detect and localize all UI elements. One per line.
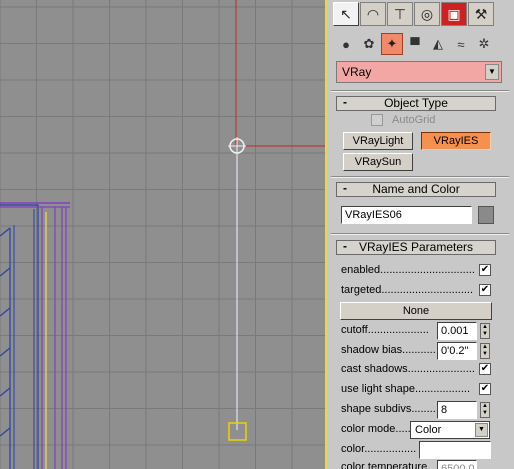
geometry-sphere-icon[interactable]: ● xyxy=(335,33,357,55)
cutoff-spinner[interactable]: ▲ ▼ xyxy=(480,323,490,339)
vrayies-parameters-rollout-header[interactable]: - VRayIES Parameters xyxy=(336,240,496,255)
name-and-color-rollout-header[interactable]: - Name and Color xyxy=(336,182,496,197)
color-temperature-label: color temperature xyxy=(341,461,428,469)
cutoff-label: cutoff.................... xyxy=(341,324,429,336)
systems-icon[interactable]: ✲ xyxy=(473,33,495,55)
viewport[interactable] xyxy=(0,0,325,469)
shapes-icon[interactable]: ✿ xyxy=(358,33,380,55)
viewport-canvas[interactable] xyxy=(0,0,325,469)
collapse-minus-icon: - xyxy=(343,95,347,109)
helpers-icon[interactable]: ◭ xyxy=(427,33,449,55)
shadow-bias-spinner[interactable]: ▲ ▼ xyxy=(480,343,490,359)
vraylight-button[interactable]: VRayLight xyxy=(343,132,413,150)
check-icon: ✔ xyxy=(480,264,490,275)
color-mode-dropdown[interactable]: Color ▼ xyxy=(410,421,490,439)
shape-subdivs-spinner[interactable]: ▲ ▼ xyxy=(480,402,490,418)
cast-shadows-label: cast shadows...................... xyxy=(341,363,474,375)
category-dropdown-value: VRay xyxy=(342,65,372,79)
color-label: color................... xyxy=(341,443,416,455)
use-light-shape-checkbox[interactable]: ✔ xyxy=(479,383,491,395)
ies-file-none-button[interactable]: None xyxy=(340,302,492,320)
enabled-checkbox[interactable]: ✔ xyxy=(479,264,491,276)
object-type-rollout-header[interactable]: - Object Type xyxy=(336,96,496,111)
name-and-color-title: Name and Color xyxy=(372,182,460,196)
cutoff-field[interactable]: 0.001 xyxy=(437,322,477,340)
collapse-minus-icon: - xyxy=(343,239,347,253)
use-light-shape-label: use light shape.................. xyxy=(341,383,471,395)
vrayies-parameters-title: VRayIES Parameters xyxy=(358,240,474,254)
shape-subdivs-label: shape subdivs......... xyxy=(341,403,435,415)
targeted-label: targeted................................ xyxy=(341,284,474,296)
cast-shadows-checkbox[interactable]: ✔ xyxy=(479,363,491,375)
color-mode-label: color mode....... xyxy=(341,423,417,435)
divider xyxy=(331,233,509,235)
hierarchy-icon[interactable]: ⊤ xyxy=(387,2,413,26)
divider xyxy=(331,176,509,178)
shadow-bias-field[interactable]: 0'0.2" xyxy=(437,342,477,360)
lights-icon[interactable]: ✦ xyxy=(381,33,403,55)
cameras-icon[interactable]: ▀ xyxy=(404,33,426,55)
check-icon: ✔ xyxy=(480,383,490,394)
object-name-field[interactable]: VRayIES06 xyxy=(341,206,472,224)
check-icon: ✔ xyxy=(480,363,490,374)
autogrid-checkbox[interactable] xyxy=(371,114,383,126)
category-dropdown[interactable]: VRay ▼ xyxy=(336,61,502,83)
check-icon: ✔ xyxy=(480,284,490,295)
divider xyxy=(331,90,509,92)
cursor-arrow-icon[interactable]: ↖ xyxy=(333,2,359,26)
modify-rainbow-icon[interactable]: ◠ xyxy=(360,2,386,26)
vrayies-button[interactable]: VRayIES xyxy=(421,132,491,150)
utilities-hammer-icon[interactable]: ⚒ xyxy=(468,2,494,26)
light-color-swatch[interactable] xyxy=(419,441,491,459)
shadow-bias-label: shadow bias............. xyxy=(341,344,435,356)
chevron-down-icon[interactable]: ▼ xyxy=(475,423,488,437)
command-panel-tabs: ↖ ◠ ⊤ ◎ ▣ ⚒ xyxy=(333,2,494,26)
display-monitor-icon[interactable]: ▣ xyxy=(441,2,467,26)
create-category-buttons: ● ✿ ✦ ▀ ◭ ≈ ✲ xyxy=(335,33,495,55)
motion-icon[interactable]: ◎ xyxy=(414,2,440,26)
collapse-minus-icon: - xyxy=(343,181,347,195)
spacewarps-icon[interactable]: ≈ xyxy=(450,33,472,55)
enabled-label: enabled................................ xyxy=(341,264,474,276)
viewport-grid xyxy=(0,0,325,469)
vraysun-button[interactable]: VRaySun xyxy=(343,153,413,171)
targeted-checkbox[interactable]: ✔ xyxy=(479,284,491,296)
object-color-swatch[interactable] xyxy=(478,206,494,224)
autogrid-label: AutoGrid xyxy=(392,114,436,126)
command-panel: ↖ ◠ ⊤ ◎ ▣ ⚒ ● ✿ ✦ ▀ ◭ ≈ ✲ VRay ▼ - Object Type Auto… xyxy=(325,0,514,469)
color-temperature-field[interactable]: 6500.0 xyxy=(437,460,477,469)
shape-subdivs-field[interactable]: 8 xyxy=(437,401,477,419)
chevron-down-icon[interactable]: ▼ xyxy=(485,64,499,80)
object-type-title: Object Type xyxy=(384,96,448,110)
color-mode-value: Color xyxy=(415,424,442,436)
